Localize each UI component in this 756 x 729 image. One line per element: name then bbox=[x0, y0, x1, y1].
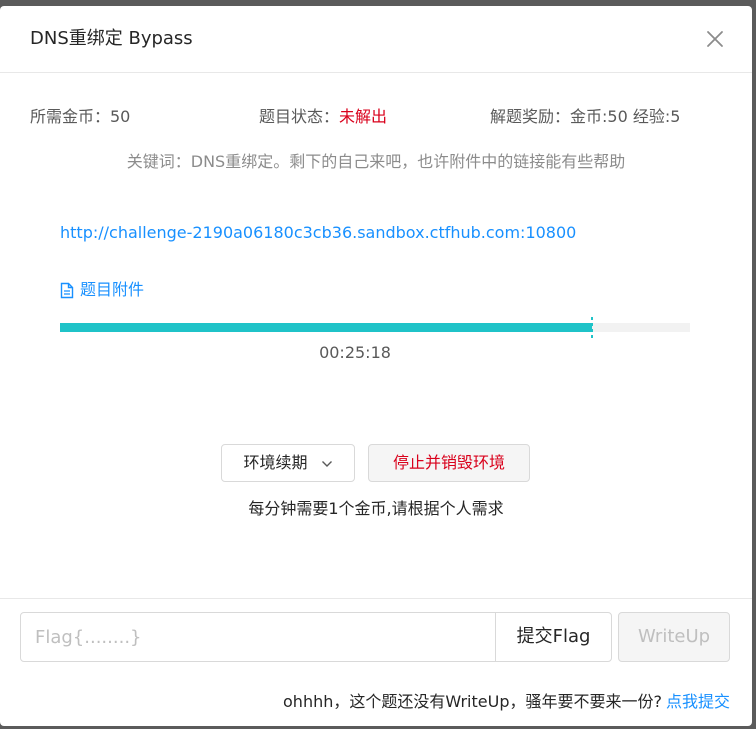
time-progress-fill bbox=[60, 323, 593, 332]
file-icon bbox=[60, 282, 74, 298]
attachment-label: 题目附件 bbox=[80, 280, 145, 299]
time-progress-bar bbox=[60, 317, 690, 338]
time-remaining: 00:25:18 bbox=[319, 343, 391, 362]
attachment-link[interactable]: 题目附件 bbox=[60, 279, 144, 301]
challenge-url-link[interactable]: http://challenge-2190a06180c3cb36.sandbo… bbox=[60, 222, 576, 244]
renew-environment-button[interactable]: 环境续期 bbox=[221, 444, 355, 482]
writeup-note: ohhhh，这个题还没有WriteUp，骚年要不要来一份? 点我提交 bbox=[283, 691, 730, 713]
status-label: 题目状态： bbox=[259, 107, 340, 126]
keywords: 关键词：DNS重绑定。剩下的自己来吧，也许附件中的链接能有些帮助 bbox=[126, 152, 626, 171]
close-icon bbox=[707, 31, 723, 47]
chevron-down-icon bbox=[321, 460, 332, 467]
status-value: 未解出 bbox=[339, 107, 388, 126]
submit-flag-button[interactable]: 提交Flag bbox=[495, 612, 612, 662]
writeup-button[interactable]: WriteUp bbox=[618, 612, 730, 662]
required-coins: 所需金币：50 bbox=[30, 107, 131, 126]
progress-marker bbox=[591, 317, 594, 338]
challenge-dialog: DNS重绑定 Bypass 所需金币：50 题目状态：未解出 解题奖励：金币:5… bbox=[0, 6, 752, 726]
stop-destroy-environment-button[interactable]: 停止并销毁环境 bbox=[368, 444, 530, 482]
solve-reward: 解题奖励：金币:50 经验:5 bbox=[490, 107, 681, 126]
renew-label: 环境续期 bbox=[243, 453, 308, 472]
submit-writeup-link[interactable]: 点我提交 bbox=[666, 692, 730, 711]
close-button[interactable] bbox=[704, 28, 726, 50]
cost-note: 每分钟需要1个金币,请根据个人需求 bbox=[248, 499, 504, 518]
challenge-status: 题目状态：未解出 bbox=[259, 106, 387, 128]
footer-divider bbox=[0, 598, 752, 599]
dialog-header: DNS重绑定 Bypass bbox=[0, 6, 752, 73]
writeup-note-text: ohhhh，这个题还没有WriteUp，骚年要不要来一份? bbox=[283, 692, 662, 711]
flag-input[interactable] bbox=[20, 612, 496, 662]
dialog-title: DNS重绑定 Bypass bbox=[30, 28, 193, 49]
